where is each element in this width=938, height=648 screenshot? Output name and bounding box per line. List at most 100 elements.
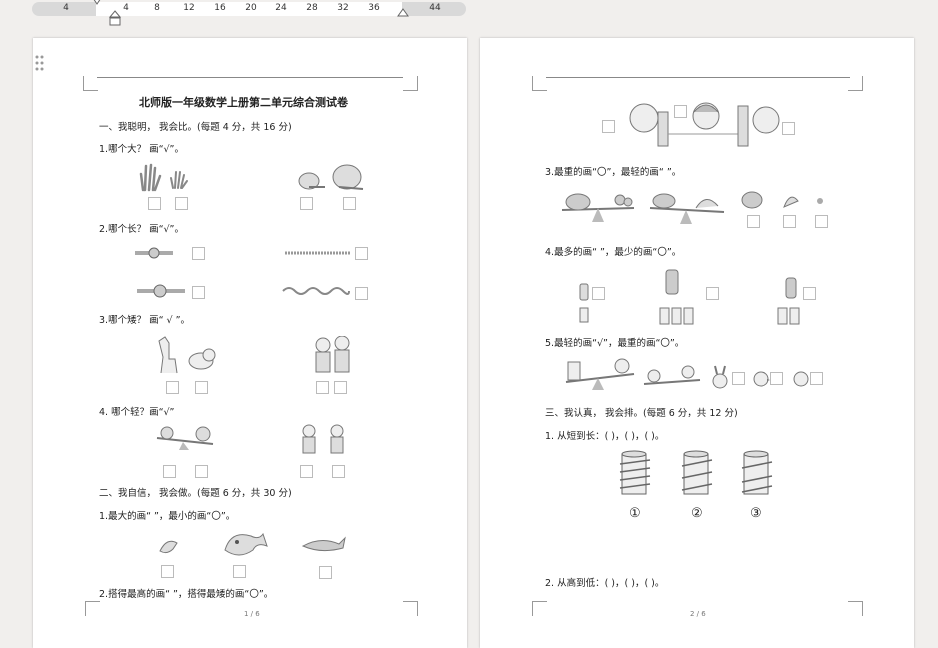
- small-bottle-image: [579, 283, 589, 323]
- wavy-rope-image: [282, 287, 350, 295]
- answer-box[interactable]: [810, 372, 823, 385]
- answer-box[interactable]: [161, 565, 174, 578]
- rope-cylinder-1-image: [619, 450, 651, 495]
- answer-box[interactable]: [674, 105, 687, 118]
- answer-box[interactable]: [343, 197, 356, 210]
- ruler-tick: 4: [123, 3, 129, 13]
- rabbit-image: [712, 365, 728, 389]
- short-watch-image: [135, 247, 173, 259]
- question-2-3: 3.最重的画“〇”，最轻的画“ ”。: [545, 167, 682, 178]
- pumpkin-pepper-strawberry-image: [741, 191, 823, 209]
- right-indent-marker[interactable]: [397, 8, 409, 21]
- question-1-3: 3.哪个矮？ 画“ √ ”。: [99, 315, 191, 326]
- page-number: 1 / 6: [244, 610, 260, 618]
- question-3-2: 2. 从高到低：( )，( )，( )。: [545, 578, 665, 589]
- answer-box[interactable]: [747, 215, 760, 228]
- crop-mark: [403, 76, 418, 91]
- page-title: 北师版一年级数学上册第二单元综合测试卷: [139, 96, 348, 109]
- scale-pumpkin-image: [561, 193, 635, 222]
- answer-box[interactable]: [195, 381, 208, 394]
- answer-box[interactable]: [334, 381, 347, 394]
- question-1-2: 2.哪个长？ 画“√”。: [99, 224, 184, 235]
- answer-box[interactable]: [300, 465, 313, 478]
- answer-box[interactable]: [163, 465, 176, 478]
- crop-mark: [403, 601, 418, 616]
- section-1-heading: 一、我聪明， 我会比。(每题 4 分，共 16 分): [99, 122, 292, 133]
- answer-box[interactable]: [355, 247, 368, 260]
- answer-box[interactable]: [316, 381, 329, 394]
- ruler-tick: 8: [154, 3, 160, 13]
- ruler-tick: 36: [368, 3, 380, 13]
- answer-box[interactable]: [706, 287, 719, 300]
- section-3-heading: 三、我认真， 我会排。(每题 6 分，共 12 分): [545, 408, 738, 419]
- answer-box[interactable]: [192, 247, 205, 260]
- ruler-tick: 20: [245, 3, 257, 13]
- rope-cylinder-3-image: [741, 450, 773, 495]
- answer-box[interactable]: [355, 287, 368, 300]
- giraffe-and-dog-image: [158, 336, 216, 374]
- section-2-heading: 二、我自信， 我会做。(每题 6 分，共 30 分): [99, 488, 292, 499]
- small-dolphin-image: [159, 540, 178, 554]
- question-2-4: 4.最多的画“ ”，最少的画“〇”。: [545, 247, 682, 258]
- hanging-indent-marker[interactable]: [108, 10, 122, 29]
- large-bottle-image: [659, 269, 694, 325]
- ruler-tick: 44: [429, 3, 441, 13]
- document-page-2: 3.最重的画“〇”，最轻的画“ ”。 4.最多的画“ ”，最少的画“〇”。 5.…: [480, 38, 914, 648]
- label-3: ③: [750, 506, 762, 521]
- answer-box[interactable]: [815, 215, 828, 228]
- seesaw-chicks-image: [643, 365, 701, 385]
- answer-box[interactable]: [783, 215, 796, 228]
- question-1-4: 4. 哪个轻？画“√”: [99, 407, 175, 418]
- long-watch-image: [137, 284, 185, 298]
- hands-image: [139, 163, 188, 192]
- question-3-1: 1. 从短到长：( )，( )，( )。: [545, 431, 665, 442]
- drag-handle-icon[interactable]: [35, 55, 45, 71]
- crop-mark: [848, 601, 863, 616]
- rope-cylinder-2-image: [681, 450, 713, 495]
- answer-box[interactable]: [319, 566, 332, 579]
- ruler-tick: 32: [337, 3, 349, 13]
- answer-box[interactable]: [782, 122, 795, 135]
- crop-mark: [85, 601, 100, 616]
- answer-box[interactable]: [233, 565, 246, 578]
- answer-box[interactable]: [192, 286, 205, 299]
- answer-box[interactable]: [770, 372, 783, 385]
- two-children-image: [315, 336, 350, 373]
- girls-stacking-blocks-image: [629, 102, 780, 147]
- answer-box[interactable]: [732, 372, 745, 385]
- answer-box[interactable]: [195, 465, 208, 478]
- first-line-indent-marker[interactable]: [92, 0, 102, 8]
- answer-box[interactable]: [175, 197, 188, 210]
- seesaw-rabbit-chick-image: [565, 358, 635, 390]
- answer-box[interactable]: [592, 287, 605, 300]
- seesaw-fruit-image: [156, 426, 214, 450]
- question-2-5: 5.最轻的画“√”，最重的画“〇”。: [545, 338, 685, 349]
- question-2-2: 2.搭得最高的画“ ”，搭得最矮的画“〇”。: [99, 589, 274, 600]
- crop-mark: [848, 76, 863, 91]
- ruler-tick: 4: [63, 3, 69, 13]
- answer-box[interactable]: [803, 287, 816, 300]
- caps-image: [298, 164, 364, 190]
- question-2-1: 1.最大的画“ ”，最小的画“〇”。: [99, 511, 236, 522]
- label-1: ①: [629, 506, 641, 521]
- answer-box[interactable]: [148, 197, 161, 210]
- ruler-tick: 24: [275, 3, 287, 13]
- question-1-1: 1.哪个大？ 画“√”。: [99, 144, 184, 155]
- ruler-tick: 28: [306, 3, 318, 13]
- answer-box[interactable]: [300, 197, 313, 210]
- header-line: [546, 77, 850, 78]
- ruler-tick: 16: [214, 3, 226, 13]
- whale-image: [224, 532, 268, 556]
- medium-bottle-image: [777, 277, 800, 325]
- page-number: 2 / 6: [690, 610, 706, 618]
- duck-image: [793, 371, 809, 387]
- chick-image: [753, 371, 770, 387]
- answer-box[interactable]: [166, 381, 179, 394]
- crop-mark: [532, 76, 547, 91]
- answer-box[interactable]: [332, 465, 345, 478]
- scale-pumpkin-peppers-image: [649, 193, 725, 224]
- ruler-tick: 12: [183, 3, 195, 13]
- crop-mark: [83, 76, 98, 91]
- answer-box[interactable]: [602, 120, 615, 133]
- label-2: ②: [691, 506, 703, 521]
